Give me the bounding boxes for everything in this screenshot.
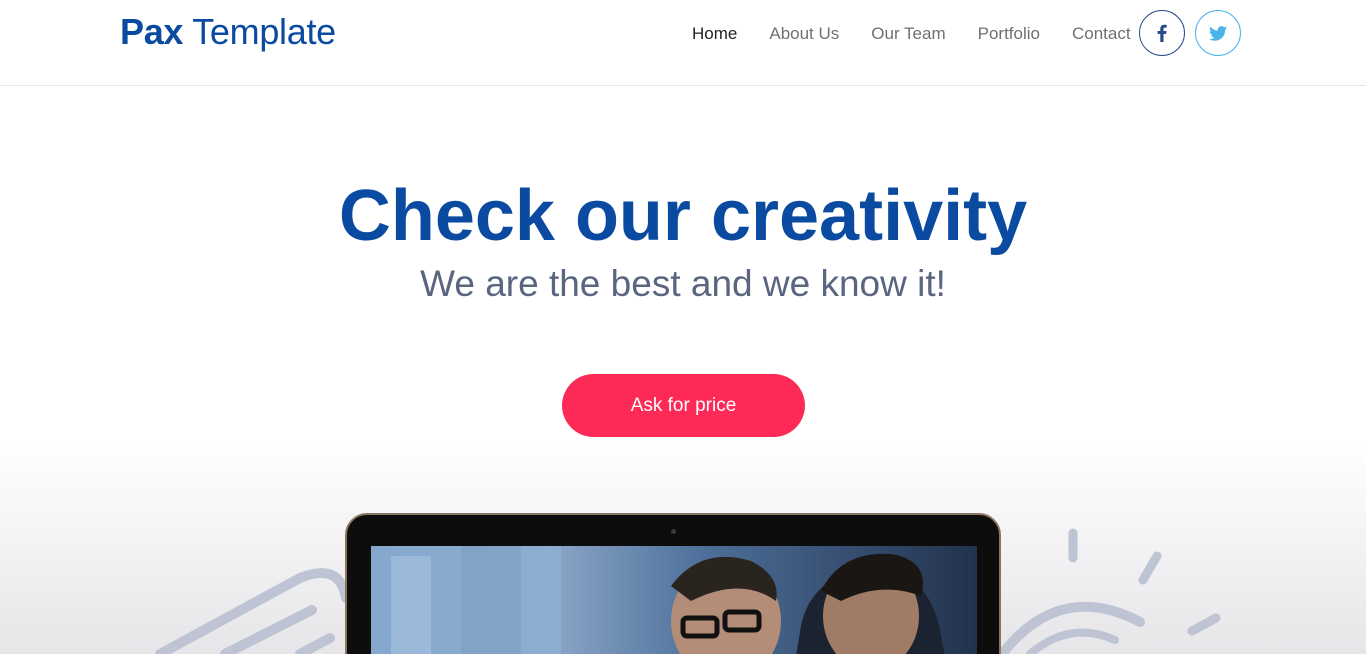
nav-about-us[interactable]: About Us: [769, 22, 839, 46]
brand-name-light: Template: [192, 11, 336, 52]
laptop-mockup: [345, 513, 1001, 654]
twitter-icon: [1209, 25, 1227, 41]
laptop-screen-photo: [371, 546, 977, 654]
ask-for-price-button[interactable]: Ask for price: [562, 374, 805, 437]
main-nav: Home About Us Our Team Portfolio Contact: [692, 22, 1163, 46]
nav-portfolio[interactable]: Portfolio: [978, 22, 1040, 46]
hero-title: Check our creativity: [338, 176, 1028, 256]
left-doodle-line-2: [295, 633, 335, 654]
twitter-button[interactable]: [1195, 10, 1241, 56]
nav-contact[interactable]: Contact: [1072, 22, 1131, 46]
bulb-arc-inner: [1026, 628, 1119, 654]
nav-home[interactable]: Home: [692, 22, 737, 46]
facebook-icon: [1157, 24, 1167, 42]
facebook-button[interactable]: [1139, 10, 1185, 56]
team-photo: [371, 546, 945, 654]
laptop-camera: [671, 529, 676, 534]
brand-name-strong: Pax: [120, 11, 184, 52]
bulb-ray-2: [1138, 551, 1162, 585]
hero-subtitle: We are the best and we know it!: [420, 263, 946, 304]
brand-logo[interactable]: Pax Template: [120, 12, 336, 52]
bulb-ray-3: [1187, 613, 1221, 636]
navbar: Pax Template Home About Us Our Team Port…: [0, 0, 1366, 86]
nav-our-team[interactable]: Our Team: [871, 22, 945, 46]
